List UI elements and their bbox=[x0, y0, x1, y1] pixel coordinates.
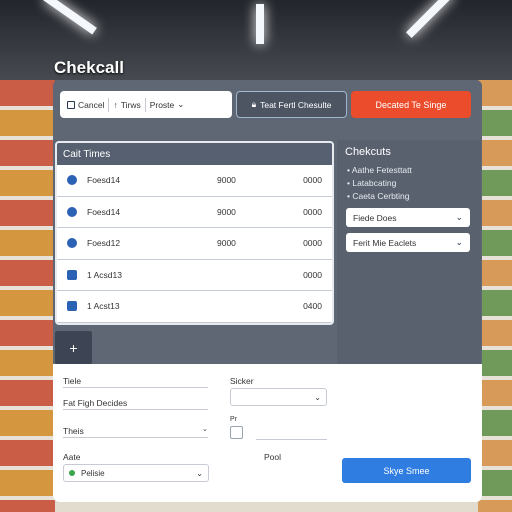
pr-input[interactable] bbox=[256, 439, 327, 440]
item-price: 0400 bbox=[303, 301, 322, 312]
presets-label: Proste bbox=[149, 99, 175, 110]
chevron-down-icon: ⌄ bbox=[455, 237, 463, 247]
chevron-down-icon: ⌄ bbox=[196, 468, 203, 478]
item-icon bbox=[67, 206, 77, 217]
cancel-label: Cancel bbox=[78, 99, 105, 110]
list-item: Caeta Cerbting bbox=[347, 190, 481, 203]
aate-value: Pelisie bbox=[81, 468, 105, 478]
sicker-label: Sicker bbox=[230, 376, 254, 386]
table-row[interactable]: 1 Acst13 0400 bbox=[57, 291, 332, 323]
theis-input[interactable] bbox=[63, 437, 208, 438]
table-row[interactable]: 1 Acsd13 0000 bbox=[57, 259, 332, 291]
item-icon bbox=[67, 301, 77, 312]
app-title: Chekcall bbox=[54, 58, 124, 77]
store-shelf-right bbox=[478, 80, 512, 512]
primary-action-button[interactable]: Decated Te Singe bbox=[351, 91, 471, 118]
events-select-value: Ferit Mie Eaclets bbox=[353, 237, 417, 248]
item-qty: 9000 bbox=[217, 238, 236, 249]
item-icon bbox=[67, 269, 77, 280]
chevron-down-icon: ⌄ bbox=[177, 99, 185, 109]
toolbar-divider bbox=[108, 97, 110, 112]
pr-checkbox[interactable] bbox=[230, 426, 243, 439]
aate-select[interactable]: Pelisie ⌄ bbox=[63, 464, 209, 482]
item-qty: 9000 bbox=[217, 175, 236, 186]
fat-label: Fat Figh Decides bbox=[63, 398, 128, 408]
item-price: 0000 bbox=[303, 238, 322, 249]
fields-select-value: Fiede Does bbox=[353, 212, 397, 223]
chevron-down-icon: ⌄ bbox=[455, 212, 463, 222]
item-price: 0000 bbox=[303, 175, 322, 186]
item-price: 0000 bbox=[303, 206, 322, 217]
item-name: Foesd14 bbox=[87, 206, 121, 217]
items-label: Tirws bbox=[120, 99, 141, 110]
toolbar: Cancel ↑ Tirws Proste ⌄ bbox=[60, 91, 232, 118]
checkout-button[interactable]: 🔒︎ Teat Fertl Chesulte bbox=[236, 91, 347, 118]
pool-label: Pool bbox=[264, 452, 282, 462]
item-qty: 9000 bbox=[217, 206, 236, 217]
checkout-label: Teat Fertl Chesulte bbox=[260, 99, 332, 110]
item-icon bbox=[67, 238, 77, 249]
item-price: 0000 bbox=[303, 269, 322, 280]
item-name: 1 Acsd13 bbox=[87, 269, 122, 280]
add-item-button[interactable]: + bbox=[55, 331, 92, 364]
theis-label: Theis bbox=[63, 426, 84, 436]
sidebar-title: Chekcuts bbox=[345, 146, 391, 158]
checkout-sidebar: Chekcuts Aathe Fetesttatt Latabcating Ca… bbox=[337, 140, 481, 364]
item-name: Foesd12 bbox=[87, 238, 121, 249]
ceiling-light bbox=[256, 4, 264, 44]
table-row[interactable]: Foesd14 9000 0000 bbox=[57, 165, 332, 197]
table-row[interactable]: Foesd12 9000 0000 bbox=[57, 228, 332, 260]
list-item: Aathe Fetesttatt bbox=[347, 164, 481, 177]
sidebar-list: Aathe Fetesttatt Latabcating Caeta Cerbt… bbox=[347, 164, 481, 203]
cancel-button[interactable]: Cancel bbox=[67, 100, 104, 110]
item-name: 1 Acst13 bbox=[87, 301, 120, 312]
chevron-down-icon[interactable]: ⌄ bbox=[202, 425, 208, 433]
store-shelf-left bbox=[0, 80, 55, 512]
sicker-select[interactable]: ⌄ bbox=[230, 388, 327, 406]
fields-select[interactable]: Fiede Does ⌄ bbox=[346, 208, 470, 227]
items-icon: ↑ bbox=[113, 99, 118, 110]
cart-table: Cait Times Foesd14 9000 0000 Foesd14 900… bbox=[55, 141, 334, 325]
events-select[interactable]: Ferit Mie Eaclets ⌄ bbox=[346, 233, 470, 252]
toolbar-divider bbox=[144, 97, 146, 112]
cancel-icon bbox=[67, 100, 75, 109]
status-dot-icon bbox=[69, 470, 75, 476]
presets-dropdown[interactable]: Proste ⌄ bbox=[150, 99, 185, 110]
lock-icon: 🔒︎ bbox=[251, 99, 257, 109]
list-item: Latabcating bbox=[347, 177, 481, 190]
pr-label: Pr bbox=[230, 416, 237, 423]
item-name: Foesd14 bbox=[87, 175, 121, 186]
fat-input[interactable] bbox=[63, 409, 208, 410]
aate-label: Aate bbox=[63, 452, 81, 462]
table-row[interactable]: Foesd14 9000 0000 bbox=[57, 196, 332, 228]
cart-header: Cait Times bbox=[57, 143, 332, 165]
pay-button[interactable]: Skye Smee bbox=[342, 458, 471, 483]
chevron-down-icon: ⌄ bbox=[314, 392, 321, 402]
tiele-input[interactable] bbox=[63, 387, 208, 388]
tiele-label: Tiele bbox=[63, 376, 82, 386]
item-icon bbox=[67, 175, 77, 186]
items-button[interactable]: ↑ Tirws bbox=[113, 100, 140, 110]
